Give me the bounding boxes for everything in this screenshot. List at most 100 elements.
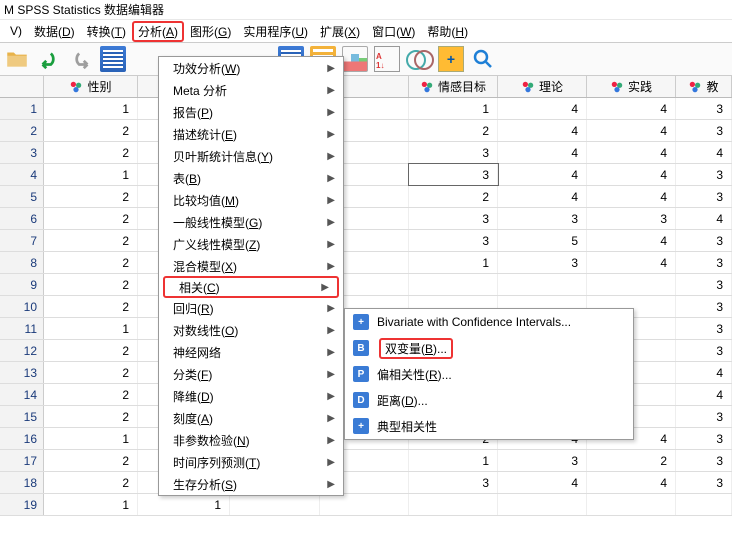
menu-item[interactable]: 描述统计(E)▶: [159, 123, 343, 145]
cell[interactable]: 2: [44, 296, 138, 317]
cell[interactable]: 4: [498, 472, 587, 493]
cell[interactable]: 2: [44, 384, 138, 405]
view-menu[interactable]: V): [4, 22, 28, 40]
table-row[interactable]: 1911: [0, 494, 732, 516]
cell[interactable]: 3: [676, 472, 732, 493]
row-number[interactable]: 8: [0, 252, 44, 273]
row-number[interactable]: 2: [0, 120, 44, 141]
cell[interactable]: 3: [498, 252, 587, 273]
cell[interactable]: 1: [409, 450, 498, 471]
col-header[interactable]: 情感目标: [409, 76, 498, 97]
menu-item[interactable]: 相关(C)▶: [163, 276, 339, 298]
row-number[interactable]: 9: [0, 274, 44, 295]
menu-item[interactable]: 一般线性模型(G)▶: [159, 211, 343, 233]
cell[interactable]: 2: [44, 362, 138, 383]
cell[interactable]: 1: [409, 98, 498, 119]
cell[interactable]: 4: [587, 120, 676, 141]
cell[interactable]: [498, 494, 587, 515]
analyze-menu[interactable]: 分析(A): [132, 21, 184, 42]
col-header[interactable]: 理论: [498, 76, 587, 97]
row-number[interactable]: 5: [0, 186, 44, 207]
analyze-menu-dropdown[interactable]: 功效分析(W)▶Meta 分析▶报告(P)▶描述统计(E)▶贝叶斯统计信息(Y)…: [158, 56, 344, 496]
cell[interactable]: 4: [587, 252, 676, 273]
table-row[interactable]: 5222443: [0, 186, 732, 208]
cell[interactable]: [498, 274, 587, 295]
cell[interactable]: 4: [587, 142, 676, 163]
cell[interactable]: 2: [44, 208, 138, 229]
menu-item[interactable]: 分类(F)▶: [159, 363, 343, 385]
row-number[interactable]: 10: [0, 296, 44, 317]
table-row[interactable]: 7213543: [0, 230, 732, 252]
cell[interactable]: [230, 494, 320, 515]
menu-item[interactable]: 功效分析(W)▶: [159, 57, 343, 79]
row-number[interactable]: 1: [0, 98, 44, 119]
cell[interactable]: 3: [498, 450, 587, 471]
cell[interactable]: 4: [587, 164, 676, 185]
cell[interactable]: 3: [676, 428, 732, 449]
row-number[interactable]: 17: [0, 450, 44, 471]
cell[interactable]: 2: [44, 340, 138, 361]
cell[interactable]: 4: [498, 142, 587, 163]
search-icon[interactable]: [470, 46, 496, 72]
cell[interactable]: 3: [676, 98, 732, 119]
cell[interactable]: [409, 494, 498, 515]
cell[interactable]: 1: [138, 494, 230, 515]
cell[interactable]: 3: [676, 450, 732, 471]
cell[interactable]: 3: [587, 208, 676, 229]
cell[interactable]: 1: [44, 164, 138, 185]
row-number[interactable]: 7: [0, 230, 44, 251]
cell[interactable]: [409, 274, 498, 295]
menu-item[interactable]: 时间序列预测(T)▶: [159, 451, 343, 473]
data-grid[interactable]: 性别 情感目标 理论 实践 教 111144322224433223444411…: [0, 76, 732, 516]
data-icon[interactable]: [100, 46, 126, 72]
cell[interactable]: 3: [676, 164, 732, 185]
utilities-menu[interactable]: 实用程序(U): [237, 21, 314, 42]
cell[interactable]: 3: [676, 340, 732, 361]
menu-item[interactable]: 神经网络▶: [159, 341, 343, 363]
col-header[interactable]: 实践: [587, 76, 676, 97]
cell[interactable]: 4: [587, 472, 676, 493]
cell[interactable]: 4: [676, 208, 732, 229]
cell[interactable]: 3: [676, 406, 732, 427]
redo-icon[interactable]: [68, 46, 94, 72]
cell[interactable]: 3: [409, 164, 498, 185]
cell[interactable]: [587, 494, 676, 515]
cell[interactable]: 2: [44, 450, 138, 471]
table-row[interactable]: 1111443: [0, 98, 732, 120]
cell[interactable]: 2: [44, 230, 138, 251]
cell[interactable]: 5: [498, 230, 587, 251]
window-menu[interactable]: 窗口(W): [366, 21, 421, 42]
row-number[interactable]: 11: [0, 318, 44, 339]
submenu-item[interactable]: P偏相关性(R)...: [345, 361, 633, 387]
row-number[interactable]: 16: [0, 428, 44, 449]
table-row[interactable]: 18223443: [0, 472, 732, 494]
cell[interactable]: 1: [44, 428, 138, 449]
cell[interactable]: [587, 274, 676, 295]
help-menu[interactable]: 帮助(H): [421, 21, 474, 42]
cell[interactable]: 2: [44, 120, 138, 141]
cell[interactable]: 3: [676, 274, 732, 295]
cell[interactable]: 2: [44, 252, 138, 273]
cell[interactable]: 3: [676, 120, 732, 141]
row-number[interactable]: 6: [0, 208, 44, 229]
cell[interactable]: 4: [587, 98, 676, 119]
open-icon[interactable]: [4, 46, 30, 72]
row-number[interactable]: 18: [0, 472, 44, 493]
cell[interactable]: 4: [676, 142, 732, 163]
cell[interactable]: 2: [409, 186, 498, 207]
cell[interactable]: 3: [409, 230, 498, 251]
menu-item[interactable]: 贝叶斯统计信息(Y)▶: [159, 145, 343, 167]
row-number[interactable]: 14: [0, 384, 44, 405]
cell[interactable]: 3: [409, 208, 498, 229]
table-row[interactable]: 2222443: [0, 120, 732, 142]
menu-item[interactable]: 降维(D)▶: [159, 385, 343, 407]
cell[interactable]: 2: [44, 472, 138, 493]
extensions-menu[interactable]: 扩展(X): [314, 21, 366, 42]
col-header[interactable]: 教: [676, 76, 732, 97]
table-row[interactable]: 8221343: [0, 252, 732, 274]
venn-icon[interactable]: [406, 46, 432, 72]
menu-item[interactable]: 表(B)▶: [159, 167, 343, 189]
menu-item[interactable]: 回归(R)▶: [159, 297, 343, 319]
table-row[interactable]: 17211323: [0, 450, 732, 472]
cell[interactable]: 3: [676, 230, 732, 251]
